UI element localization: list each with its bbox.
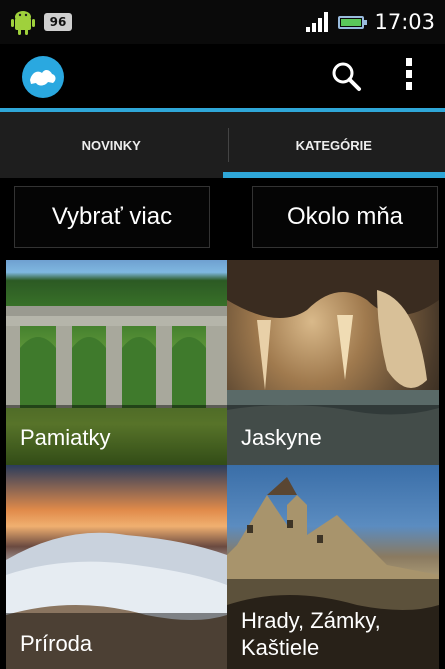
category-label: Príroda [20, 631, 93, 656]
category-label: Jaskyne [241, 425, 322, 450]
category-tile-priroda[interactable]: Príroda [6, 465, 227, 669]
notification-count-badge: 96 [44, 13, 72, 31]
battery-icon [338, 15, 368, 29]
search-icon[interactable] [330, 60, 362, 92]
app-logo-icon[interactable] [22, 56, 64, 98]
around-me-button[interactable]: Okolo mňa [252, 186, 438, 248]
signal-icon [306, 12, 329, 32]
tab-novinky[interactable]: NOVINKY [0, 112, 223, 178]
category-label: Pamiatky [20, 425, 111, 450]
category-tile-jaskyne[interactable]: Jaskyne [227, 260, 439, 465]
tab-bar: NOVINKY KATEGÓRIE [0, 112, 445, 178]
select-more-button[interactable]: Vybrať viac [14, 186, 210, 248]
status-bar: 96 17:03 [0, 0, 445, 44]
action-bar [0, 44, 445, 112]
viaduct-image [6, 306, 227, 408]
tab-kategorie[interactable]: KATEGÓRIE [222, 112, 445, 178]
android-icon [10, 8, 36, 36]
buttons-row: Vybrať viac Okolo mňa [0, 178, 445, 258]
tab-divider [228, 128, 229, 162]
category-label: Hrady, Zámky, Kaštiele [241, 608, 381, 660]
status-clock: 17:03 [374, 10, 435, 34]
category-tile-hrady-zamky-kastiele[interactable]: Hrady, Zámky, Kaštiele [227, 465, 439, 669]
overflow-menu-icon[interactable] [402, 58, 416, 94]
category-tile-pamiatky[interactable]: Pamiatky [6, 260, 227, 465]
